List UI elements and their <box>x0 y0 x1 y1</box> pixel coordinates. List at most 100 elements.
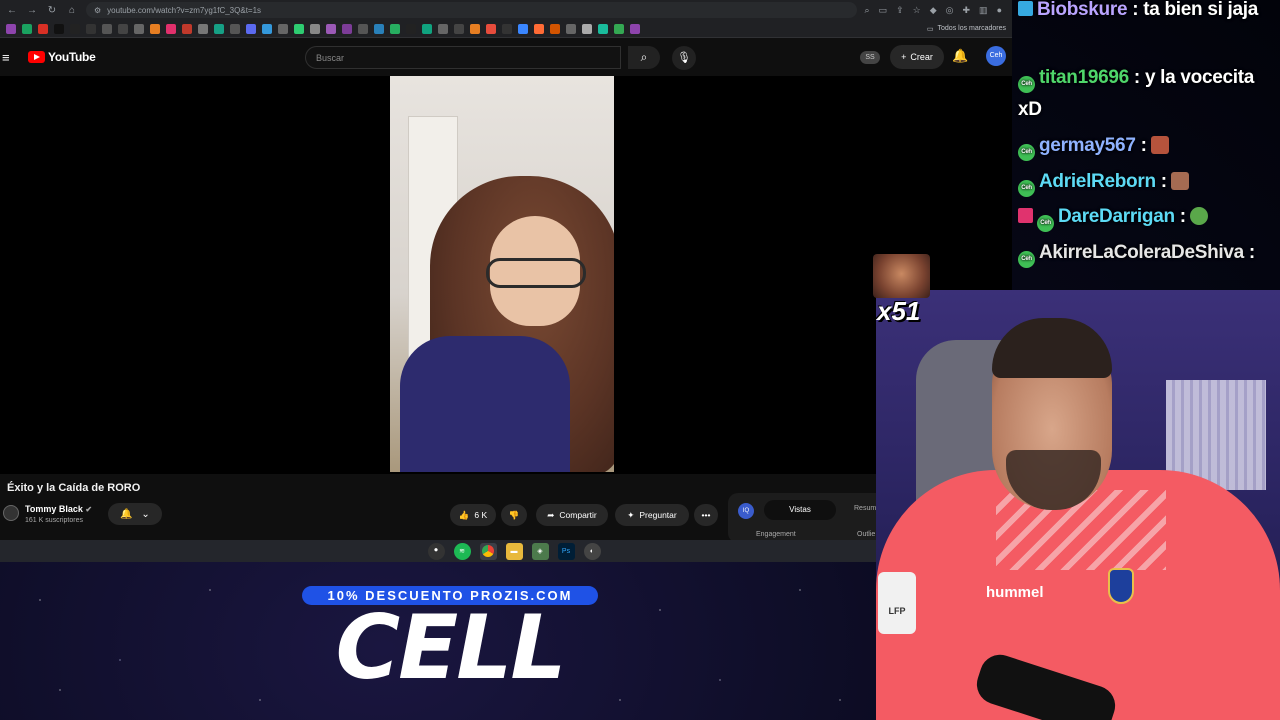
youtube-logo[interactable]: YouTube <box>28 50 96 64</box>
video-player[interactable] <box>0 76 1012 474</box>
video-person-glasses <box>486 258 586 288</box>
sub-badge-icon: Ceh <box>1018 251 1035 268</box>
bookmark-icon[interactable] <box>566 23 576 34</box>
chat-message: Ceh DareDarrigan : <box>1018 201 1280 233</box>
dislike-button[interactable]: 👎 <box>501 504 527 526</box>
bookmark-icon[interactable] <box>406 23 416 34</box>
record-app-icon[interactable]: ⏺ <box>427 542 445 560</box>
extension-icon[interactable]: ◎ <box>946 5 954 16</box>
sparkle-icon: ✦ <box>627 509 635 520</box>
cube-badge-icon <box>1018 1 1033 16</box>
forward-icon[interactable]: → <box>26 5 38 16</box>
site-info-icon[interactable]: ⚙ <box>94 6 101 15</box>
file-explorer-icon[interactable]: ▬ <box>505 542 523 560</box>
address-field[interactable]: ⚙ youtube.com/watch?v=zm7yg1fC_3Q&t=1s <box>86 2 857 18</box>
all-bookmarks[interactable]: ▭ Todos los marcadores <box>927 25 1006 33</box>
bookmark-icon[interactable] <box>134 23 144 34</box>
voice-search-button[interactable]: 🎙 <box>672 46 696 70</box>
bookmark-icon[interactable] <box>262 23 272 34</box>
x-icon[interactable] <box>54 23 64 34</box>
address-text: youtube.com/watch?v=zm7yg1fC_3Q&t=1s <box>107 5 262 15</box>
bookmark-icon[interactable] <box>22 23 32 34</box>
reload-icon[interactable]: ↻ <box>46 5 58 16</box>
channel-avatar[interactable] <box>3 505 19 521</box>
bookmark-icon[interactable] <box>150 23 160 34</box>
bookmark-icon[interactable] <box>502 23 512 34</box>
home-icon[interactable]: ⌂ <box>66 5 78 16</box>
account-avatar[interactable]: Ceh <box>986 46 1006 66</box>
drive-icon[interactable] <box>614 23 624 34</box>
bookmark-icon[interactable] <box>310 23 320 34</box>
spotify-icon[interactable]: ≋ <box>453 542 471 560</box>
bookmark-icon[interactable] <box>214 23 224 34</box>
bookmark-icon[interactable] <box>86 23 96 34</box>
chat-username: titan19696 <box>1039 67 1129 88</box>
analytics-extension-icon[interactable]: IQ <box>738 503 754 519</box>
gmail-icon[interactable] <box>38 23 48 34</box>
sub-badge-icon: Ceh <box>1018 180 1035 197</box>
ask-button[interactable]: ✦ Preguntar <box>615 504 689 526</box>
bookmark-icon[interactable] <box>230 23 240 34</box>
bookmark-icon[interactable] <box>374 23 384 34</box>
bookmark-icon[interactable] <box>198 23 208 34</box>
bookmark-icon[interactable] <box>358 23 368 34</box>
bookmark-icon[interactable] <box>486 23 496 34</box>
bookmark-icon[interactable] <box>182 23 192 34</box>
bookmark-icon[interactable] <box>102 23 112 34</box>
bookmark-icon[interactable] <box>278 23 288 34</box>
app-icon[interactable]: ◐ <box>583 542 601 560</box>
bookmark-icon[interactable] <box>326 23 336 34</box>
instagram-icon[interactable] <box>166 23 176 34</box>
channel-name-text: Tommy Black <box>25 504 83 514</box>
bookmark-icon[interactable] <box>534 23 544 34</box>
photoshop-icon[interactable]: Ps <box>557 542 575 560</box>
profile-icon[interactable]: ● <box>997 5 1002 16</box>
browser-window: ← → ↻ ⌂ ⚙ youtube.com/watch?v=zm7yg1fC_3… <box>0 0 1012 562</box>
bookmark-star-icon[interactable]: ☆ <box>913 5 921 16</box>
bookmark-icon[interactable] <box>422 23 432 34</box>
channel-name[interactable]: Tommy Black ✔ <box>25 504 92 514</box>
tab-views[interactable]: Vistas <box>764 500 836 520</box>
video-person-shirt <box>400 336 570 472</box>
bookmark-icon[interactable] <box>470 23 480 34</box>
bookmark-icon[interactable] <box>454 23 464 34</box>
search-button[interactable]: ⌕ <box>628 46 660 69</box>
bookmark-icon[interactable] <box>438 23 448 34</box>
extensions-puzzle-icon[interactable]: ✚ <box>963 5 971 16</box>
bookmark-icon[interactable] <box>390 23 400 34</box>
ss-badge[interactable]: SS <box>860 51 880 64</box>
bookmark-icon[interactable] <box>630 23 640 34</box>
bookmark-icon[interactable] <box>518 23 528 34</box>
bookmark-icon[interactable] <box>246 23 256 34</box>
bookmarks-bar: ▭ Todos los marcadores <box>0 20 1012 38</box>
chrome-icon[interactable] <box>479 542 497 560</box>
subscription-bell-button[interactable]: 🔔 ⌄ <box>108 503 162 525</box>
share-button[interactable]: ➦ Compartir <box>536 504 608 526</box>
share-page-icon[interactable]: ⇪ <box>896 5 904 16</box>
microphone-icon: 🎙 <box>677 52 691 64</box>
notifications-bell-icon[interactable]: 🔔 <box>952 48 968 64</box>
bookmark-icon[interactable] <box>342 23 352 34</box>
bookmark-icon[interactable] <box>6 23 16 34</box>
hamburger-menu-icon[interactable]: ≡ <box>2 50 16 65</box>
app-icon[interactable]: ◈ <box>531 542 549 560</box>
like-button[interactable]: 👍 6 K <box>450 504 496 526</box>
bookmark-icon[interactable] <box>598 23 608 34</box>
create-button[interactable]: + Crear <box>890 45 944 69</box>
club-crest-icon <box>1108 568 1134 604</box>
extension-icon[interactable]: ◆ <box>930 5 937 16</box>
more-actions-button[interactable]: ••• <box>694 504 718 526</box>
chat-message: Ceh AdrielReborn : <box>1018 166 1280 198</box>
bookmark-icon[interactable] <box>550 23 560 34</box>
cast-icon[interactable]: ▭ <box>879 5 888 16</box>
search-input[interactable]: Buscar <box>305 46 621 69</box>
bookmark-icon[interactable] <box>118 23 128 34</box>
tab-summary[interactable]: Resum <box>854 505 876 512</box>
zoom-icon[interactable]: ⌕ <box>865 5 870 16</box>
bookmark-icon[interactable] <box>582 23 592 34</box>
search-icon: ⌕ <box>640 50 648 64</box>
tiktok-icon[interactable] <box>70 23 80 34</box>
bookmark-icon[interactable] <box>294 23 304 34</box>
back-icon[interactable]: ← <box>6 5 18 16</box>
sidebar-icon[interactable]: ▥ <box>979 5 988 16</box>
